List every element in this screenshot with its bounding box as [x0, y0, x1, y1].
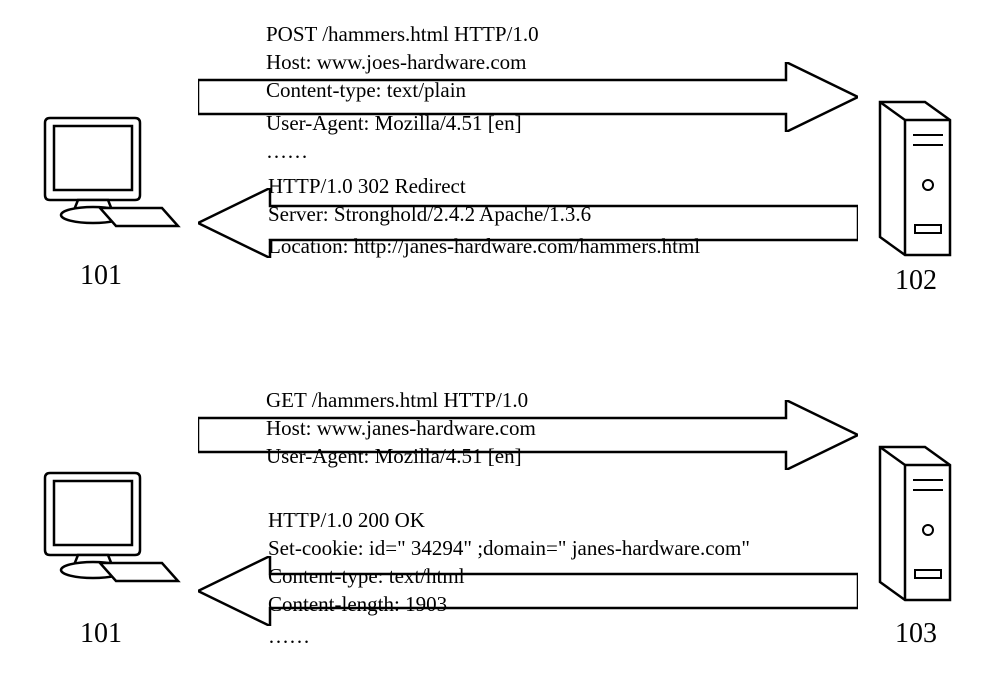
resp2-l3: Content-type: text/html [268, 564, 465, 589]
resp1-l3: Location: http://janes-hardware.com/hamm… [268, 234, 700, 259]
diagram-stage: 101 102 POST /hammers.html HTTP/1.0 Host… [0, 0, 1000, 697]
client-bottom-label: 101 [80, 618, 122, 650]
req1-l4: User-Agent: Mozilla/4.51 [en] [266, 111, 522, 136]
client-top-icon [20, 100, 185, 260]
server-bottom-icon [855, 435, 975, 615]
resp1-l2: Server: Stronghold/2.4.2 Apache/1.3.6 [268, 202, 591, 227]
server-top-icon [855, 90, 975, 270]
req2-l2: Host: www.janes-hardware.com [266, 416, 536, 441]
req2-l1: GET /hammers.html HTTP/1.0 [266, 388, 528, 413]
resp2-l2: Set-cookie: id=" 34294" ;domain=" janes-… [268, 536, 750, 561]
req1-l1: POST /hammers.html HTTP/1.0 [266, 22, 539, 47]
resp1-l1: HTTP/1.0 302 Redirect [268, 174, 466, 199]
server-bottom-label: 103 [895, 618, 937, 650]
server-top-label: 102 [895, 265, 937, 297]
resp2-l5: …… [268, 624, 310, 649]
resp2-l1: HTTP/1.0 200 OK [268, 508, 425, 533]
resp2-l4: Content-length: 1903 [268, 592, 447, 617]
req1-l3: Content-type: text/plain [266, 78, 466, 103]
req1-l2: Host: www.joes-hardware.com [266, 50, 526, 75]
req1-l5: …… [266, 139, 308, 164]
client-bottom-icon [20, 455, 185, 615]
client-top-label: 101 [80, 260, 122, 292]
req2-l3: User-Agent: Mozilla/4.51 [en] [266, 444, 522, 469]
